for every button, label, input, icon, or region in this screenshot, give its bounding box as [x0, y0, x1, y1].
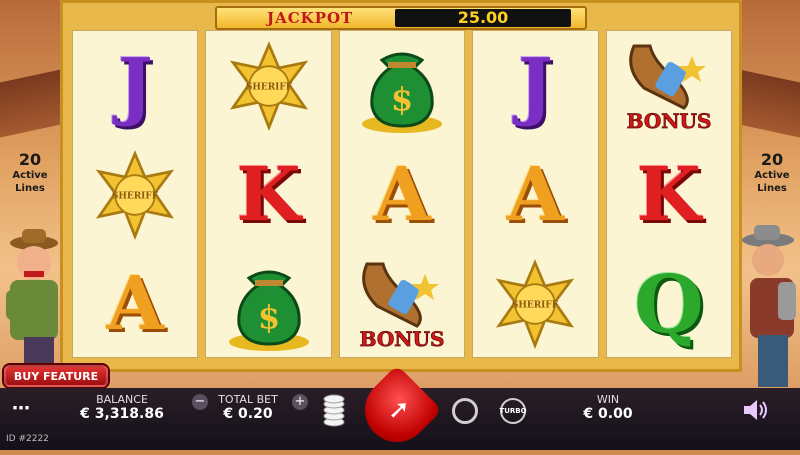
active-lines-left: 20 Active Lines — [0, 150, 60, 195]
sound-icon[interactable] — [742, 398, 768, 422]
reel-4: JA SHERIFF — [472, 30, 599, 358]
turbo-button[interactable]: TURBO — [499, 398, 527, 424]
dollar-text: $ — [257, 298, 279, 336]
jackpot-banner: JACKPOT 25.00 — [215, 6, 587, 30]
jackpot-label: JACKPOT — [267, 9, 354, 27]
reels-area: J SHERIFF A SHERIFF K $ $ A BONUS JA SHE… — [72, 30, 733, 358]
sheriff-text: SHERIFF — [112, 191, 159, 201]
active-lines-right: 20 Active Lines — [742, 150, 800, 195]
active-lines-count: 20 — [18, 150, 42, 169]
buy-feature-button[interactable]: BUY FEATURE — [4, 365, 108, 387]
symbol-a: A — [373, 151, 431, 238]
money-bag-icon: $ — [340, 31, 464, 140]
sheriff-badge-icon: SHERIFF — [73, 140, 197, 249]
spin-arrow-icon: ➚ — [388, 395, 410, 425]
symbol-j: J — [517, 42, 553, 129]
ellipsis-icon[interactable]: ⋯ — [12, 398, 30, 419]
jackpot-value: 25.00 — [395, 9, 571, 27]
bonus-text: BONUS — [360, 327, 445, 351]
bonus-holster-icon: BONUS — [607, 31, 731, 140]
reel-5: BONUS KQ — [605, 30, 733, 358]
sheriff-text: SHERIFF — [512, 300, 559, 310]
reel-2: SHERIFF K $ — [205, 30, 332, 358]
win-display: WIN € 0.00 — [568, 393, 648, 422]
balance-label: BALANCE — [96, 393, 148, 406]
win-value: € 0.00 — [583, 406, 633, 422]
active-lines-count: 20 — [760, 150, 784, 169]
symbol-j: J — [117, 42, 153, 129]
sheriff-text: SHERIFF — [245, 82, 292, 92]
sheriff-badge-icon: SHERIFF — [473, 249, 597, 357]
symbol-a: A — [506, 151, 565, 238]
symbol-k: K — [236, 151, 301, 238]
symbol-a: A — [106, 260, 164, 347]
total-bet-value: € 0.20 — [223, 406, 273, 422]
total-bet-label: TOTAL BET — [218, 393, 278, 406]
bonus-holster-icon: BONUS — [340, 249, 464, 357]
symbol-k: K — [636, 151, 701, 238]
decrease-bet-button[interactable]: − — [192, 394, 208, 410]
active-lines-label: Active Lines — [12, 170, 48, 194]
total-bet-display: TOTAL BET € 0.20 — [208, 393, 288, 422]
reel-3: $ A BONUS — [338, 30, 466, 358]
balance-value: € 3,318.86 — [80, 406, 164, 422]
turbo-label: TURBO — [499, 407, 527, 415]
coin-stack-icon[interactable] — [322, 394, 346, 428]
dollar-text: $ — [391, 80, 413, 118]
money-bag-icon: $ — [206, 249, 330, 357]
game-id-text: ID #2222 — [6, 434, 49, 444]
win-label: WIN — [596, 393, 620, 406]
right-cowboy-character — [742, 225, 796, 387]
autoplay-icon[interactable] — [452, 398, 478, 424]
increase-bet-button[interactable]: + — [292, 394, 308, 410]
reel-1: J SHERIFF A — [72, 30, 199, 358]
sheriff-badge-icon: SHERIFF — [206, 31, 330, 140]
active-lines-label: Active Lines — [754, 170, 790, 194]
symbol-q: Q — [633, 256, 704, 351]
bonus-text: BONUS — [626, 109, 711, 133]
balance-display: BALANCE € 3,318.86 — [74, 393, 170, 422]
